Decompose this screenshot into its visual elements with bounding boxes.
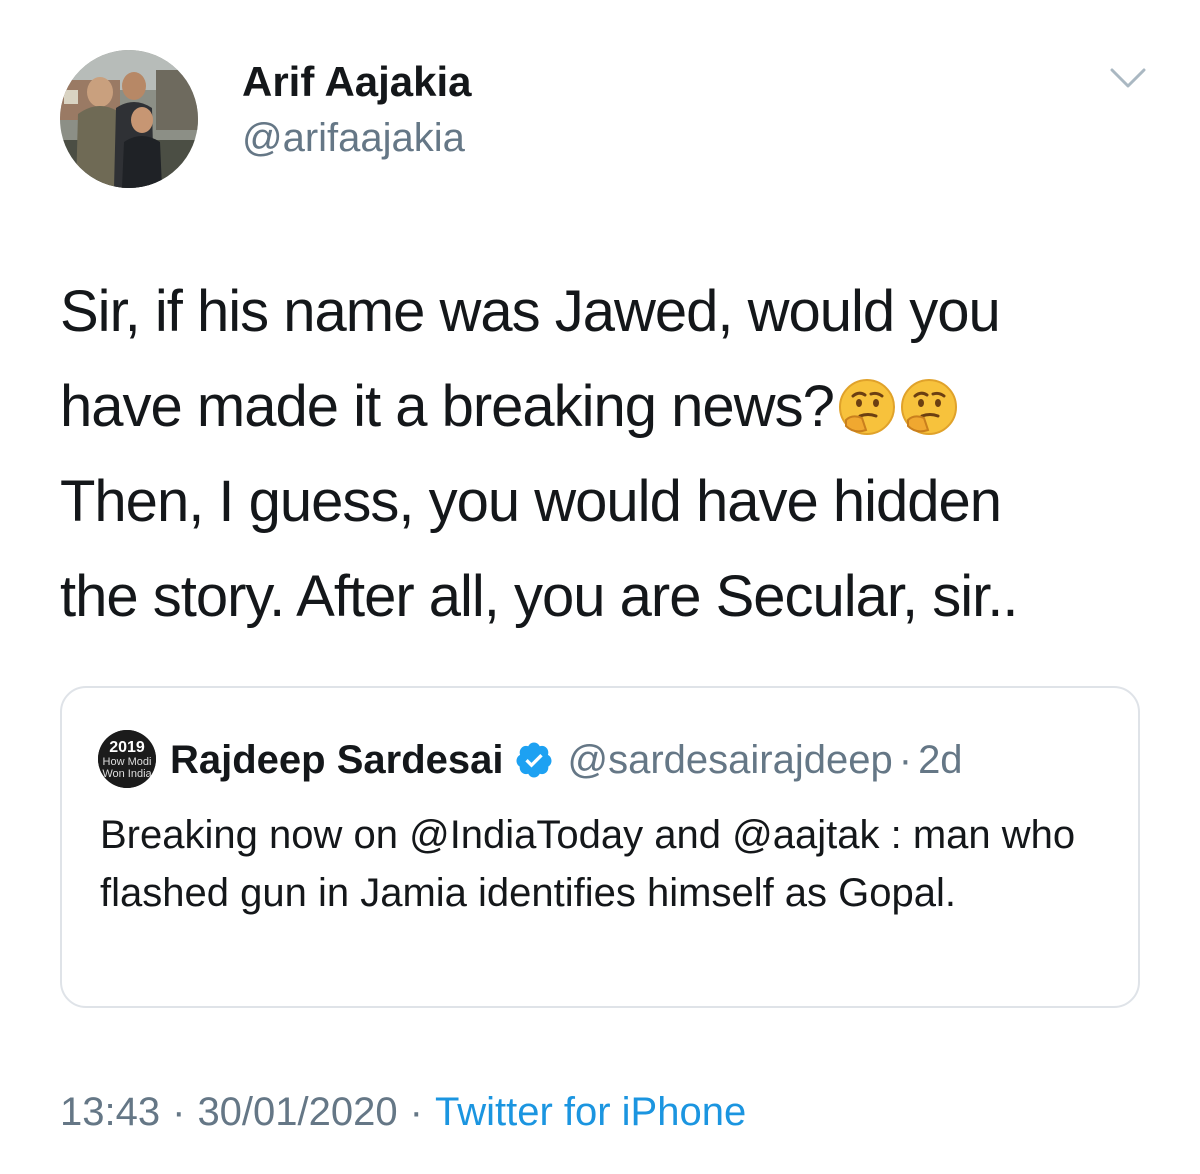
author-avatar[interactable] [60, 50, 198, 188]
chevron-down-icon[interactable] [1108, 64, 1148, 92]
avatar-caption-text: Won India [102, 768, 152, 780]
tweet-source-link[interactable]: Twitter for iPhone [435, 1090, 746, 1135]
avatar-year-text: 2019 [109, 739, 145, 756]
avatar-caption-text: How Modi [103, 756, 152, 768]
tweet-text-line-with-emoji: have made it a breaking news? [60, 359, 1160, 454]
quoted-author-avatar[interactable]: 2019 How Modi Won India [98, 730, 156, 788]
quoted-author-name[interactable]: Rajdeep Sardesai [170, 738, 504, 783]
quoted-tweet-card[interactable]: 2019 How Modi Won India Rajdeep Sardesai… [60, 686, 1140, 1008]
verified-badge-icon [515, 742, 551, 778]
tweet-text-line: the story. After all, you are Secular, s… [60, 564, 1019, 629]
quoted-tweet-text: Breaking now on @IndiaToday and @aajtak … [100, 813, 1076, 915]
author-handle[interactable]: @arifaajakia [242, 112, 465, 164]
tweet-text-line: Then, I guess, you would have hidden [60, 469, 1002, 534]
avatar-photo [60, 50, 198, 188]
thinking-face-icon [900, 378, 958, 436]
tweet-text-line: Sir, if his name was Jawed, would you [60, 279, 1001, 344]
tweet-text: Sir, if his name was Jawed, would you ha… [60, 264, 1160, 644]
author-name[interactable]: Arif Aajakia [242, 56, 472, 108]
tweet-text-line: have made it a breaking news? [60, 374, 835, 439]
separator-dot: · [898, 737, 913, 782]
separator-dot: · [409, 1089, 423, 1134]
thinking-face-icon [838, 378, 896, 436]
quoted-tweet-time[interactable]: 2d [918, 738, 963, 783]
separator-dot: · [172, 1089, 186, 1134]
tweet-footer: 13:43 · 30/01/2020 · Twitter for iPhone [60, 1086, 746, 1138]
tweet-date[interactable]: 30/01/2020 [197, 1090, 397, 1135]
quoted-tweet-header: Rajdeep Sardesai @sardesairajdeep · 2d [170, 732, 963, 788]
quoted-author-handle[interactable]: @sardesairajdeep [568, 738, 893, 783]
tweet-time[interactable]: 13:43 [60, 1090, 160, 1135]
